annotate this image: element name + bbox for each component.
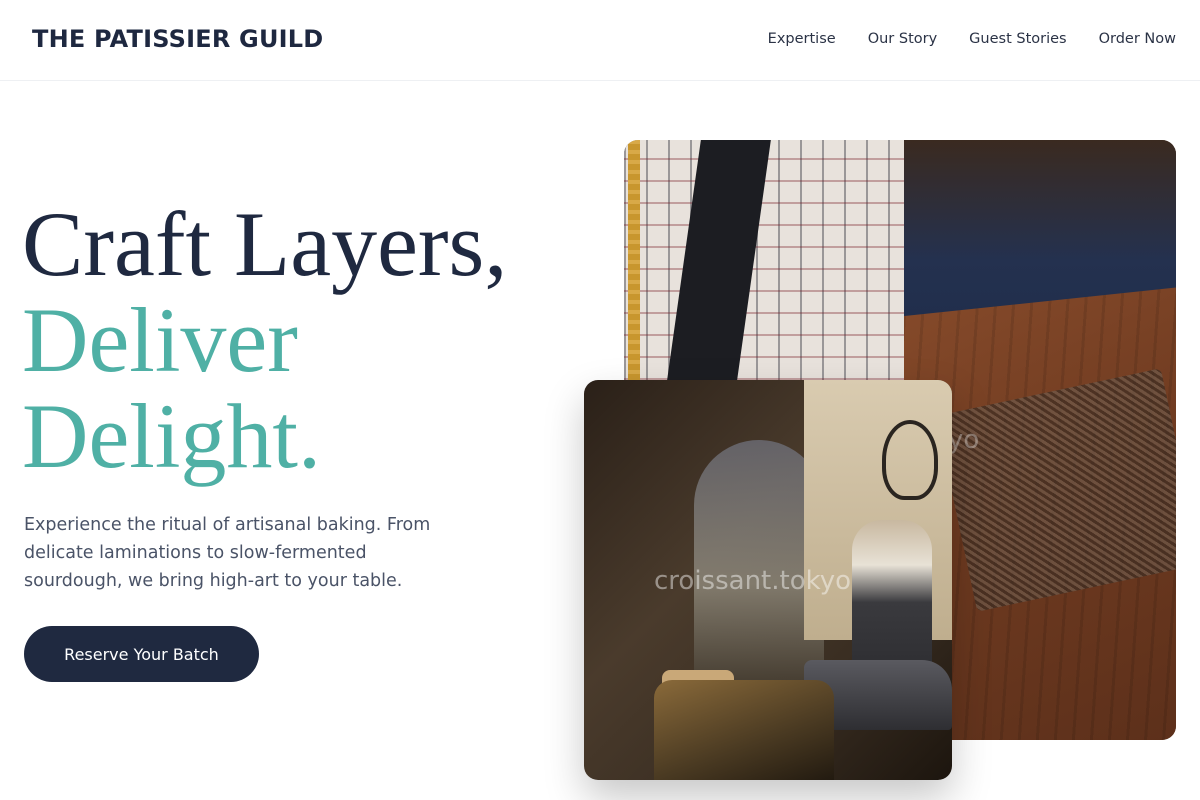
image-detail-iron-ornament [882, 420, 938, 500]
image-detail-measuring-tape [628, 140, 640, 380]
main-nav: Expertise Our Story Guest Stories Order … [768, 31, 1176, 47]
hero-headline: Craft Layers, Deliver Delight. [22, 196, 507, 484]
nav-link-our-story[interactable]: Our Story [868, 31, 937, 47]
image-watermark-back: yo [948, 425, 980, 455]
reserve-batch-button[interactable]: Reserve Your Batch [24, 626, 259, 682]
site-header: THE PATISSIER GUILD Expertise Our Story … [0, 0, 1200, 81]
nav-link-guest-stories[interactable]: Guest Stories [969, 31, 1066, 47]
nav-link-expertise[interactable]: Expertise [768, 31, 836, 47]
hero-subtext: Experience the ritual of artisanal bakin… [24, 515, 431, 591]
headline-line-2: Deliver [22, 289, 298, 391]
brand-logo-text[interactable]: THE PATISSIER GUILD [32, 25, 323, 53]
nav-link-order-now[interactable]: Order Now [1099, 31, 1176, 47]
headline-line-1: Craft Layers, [22, 193, 508, 295]
headline-line-3: Delight. [22, 385, 321, 487]
image-detail-craftsman [852, 520, 932, 670]
image-detail-vise [654, 680, 834, 780]
image-watermark-front: croissant.tokyo [654, 566, 852, 596]
